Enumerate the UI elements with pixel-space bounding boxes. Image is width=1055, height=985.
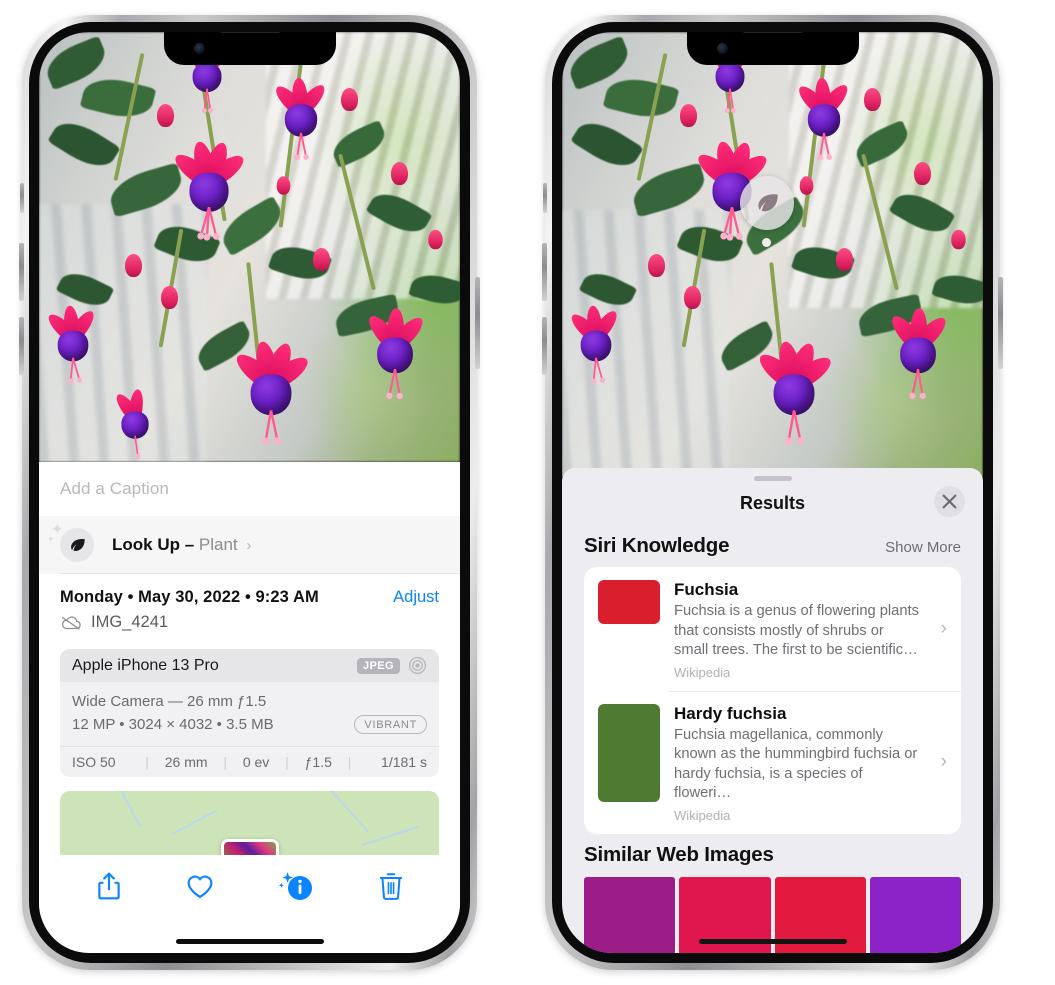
knowledge-thumbnail bbox=[598, 580, 660, 624]
results-title: Results bbox=[739, 492, 806, 513]
sparkle-icon-small: ✦ bbox=[47, 534, 55, 544]
knowledge-row[interactable]: Fuchsia Fuchsia is a genus of flowering … bbox=[584, 567, 961, 691]
notch bbox=[163, 32, 336, 65]
look-up-text: Look Up – bbox=[112, 535, 195, 554]
earpiece-speaker bbox=[741, 32, 804, 33]
camera-model: Apple iPhone 13 Pro bbox=[72, 656, 219, 674]
leaf-icon: ✦ ✦ bbox=[47, 522, 94, 562]
volume-down-button[interactable] bbox=[542, 317, 547, 375]
look-up-label: Look Up – Plant › bbox=[112, 535, 251, 555]
power-button[interactable] bbox=[998, 277, 1003, 369]
date-taken: Monday • May 30, 2022 • 9:23 AM bbox=[60, 588, 319, 606]
profile-badge: VIBRANT bbox=[354, 715, 427, 735]
mute-switch[interactable] bbox=[20, 183, 24, 213]
favorite-button[interactable] bbox=[185, 872, 215, 900]
plant-detected-pin[interactable] bbox=[740, 176, 794, 230]
volume-down-button[interactable] bbox=[19, 317, 24, 375]
exif-focal: 26 mm bbox=[164, 753, 208, 770]
leaf-icon bbox=[757, 193, 778, 211]
icloud-slash-icon bbox=[61, 615, 81, 630]
filename: IMG_4241 bbox=[91, 613, 169, 631]
knowledge-thumbnail bbox=[598, 703, 660, 802]
earpiece-speaker bbox=[218, 32, 281, 33]
volume-up-button[interactable] bbox=[542, 243, 547, 301]
photo-toolbar bbox=[39, 854, 460, 917]
look-up-subject: Plant bbox=[198, 535, 238, 554]
volume-up-button[interactable] bbox=[19, 243, 24, 301]
similar-web-images-title: Similar Web Images bbox=[584, 842, 774, 866]
info-button[interactable] bbox=[278, 870, 316, 902]
show-more-button[interactable]: Show More bbox=[885, 539, 961, 556]
photo-viewer[interactable] bbox=[39, 32, 460, 462]
chevron-right-icon: › bbox=[246, 537, 252, 554]
home-indicator[interactable] bbox=[698, 939, 847, 944]
caption-input[interactable]: Add a Caption bbox=[39, 462, 460, 516]
front-camera bbox=[193, 43, 205, 54]
results-sheet: Results Siri Knowledge Show More Fuchsia… bbox=[562, 468, 983, 953]
photo-metadata: Monday • May 30, 2022 • 9:23 AM Adjust I… bbox=[39, 574, 460, 638]
knowledge-description: Fuchsia magellanica, commonly known as t… bbox=[674, 726, 918, 802]
knowledge-source: Wikipedia bbox=[674, 807, 731, 823]
plant-pin-anchor-dot bbox=[762, 238, 771, 247]
siri-knowledge-card: Fuchsia Fuchsia is a genus of flowering … bbox=[584, 567, 961, 834]
mute-switch[interactable] bbox=[543, 183, 547, 213]
front-camera bbox=[716, 43, 728, 54]
phone-left: Add a Caption ✦ ✦ Look Up – Plant › Mond… bbox=[19, 15, 480, 970]
knowledge-title: Hardy fuchsia bbox=[674, 703, 787, 723]
chevron-right-icon: › bbox=[940, 751, 947, 773]
siri-knowledge-header: Siri Knowledge Show More bbox=[562, 525, 983, 567]
phone-right: Results Siri Knowledge Show More Fuchsia… bbox=[542, 15, 1003, 970]
exif-exposure: 0 ev bbox=[242, 753, 270, 770]
map-pin-thumbnail bbox=[223, 841, 276, 855]
exif-iso: ISO 50 bbox=[72, 753, 116, 770]
photo-viewer[interactable] bbox=[562, 32, 983, 477]
exif-shutter: 1/181 s bbox=[381, 753, 427, 770]
close-icon bbox=[942, 494, 957, 509]
notch bbox=[686, 32, 859, 65]
exif-card[interactable]: Apple iPhone 13 Pro JPEG Wide Camera — 2… bbox=[60, 649, 439, 777]
chevron-right-icon: › bbox=[940, 617, 947, 639]
caption-placeholder: Add a Caption bbox=[60, 479, 170, 498]
knowledge-source: Wikipedia bbox=[674, 664, 731, 680]
knowledge-description: Fuchsia is a genus of flowering plants t… bbox=[674, 603, 919, 659]
share-button[interactable] bbox=[96, 871, 122, 901]
phone-screen-left: Add a Caption ✦ ✦ Look Up – Plant › Mond… bbox=[39, 32, 460, 953]
web-image-thumbnail[interactable] bbox=[869, 876, 961, 953]
exif-aperture: ƒ1.5 bbox=[304, 753, 332, 770]
delete-button[interactable] bbox=[379, 871, 403, 901]
web-image-thumbnail[interactable] bbox=[584, 876, 676, 953]
look-up-row[interactable]: ✦ ✦ Look Up – Plant › bbox=[39, 516, 460, 574]
close-button[interactable] bbox=[934, 486, 965, 517]
similar-web-images-header: Similar Web Images bbox=[562, 834, 983, 871]
lens-info: Wide Camera — 26 mm ƒ1.5 bbox=[72, 693, 267, 710]
size-info: 12 MP • 3024 × 4032 • 3.5 MB bbox=[72, 716, 274, 734]
adjust-button[interactable]: Adjust bbox=[393, 588, 439, 607]
map-photo-pin[interactable] bbox=[220, 838, 279, 855]
knowledge-row[interactable]: Hardy fuchsia Fuchsia magellanica, commo… bbox=[584, 690, 961, 834]
aperture-icon bbox=[408, 656, 427, 675]
photo-detail-sheet: Add a Caption ✦ ✦ Look Up – Plant › Mond… bbox=[39, 462, 460, 953]
screenshot-stage: Add a Caption ✦ ✦ Look Up – Plant › Mond… bbox=[0, 0, 1055, 985]
format-badge: JPEG bbox=[357, 657, 400, 674]
knowledge-title: Fuchsia bbox=[674, 580, 739, 599]
siri-knowledge-title: Siri Knowledge bbox=[584, 534, 730, 557]
power-button[interactable] bbox=[475, 277, 480, 369]
location-map[interactable] bbox=[60, 790, 439, 855]
home-indicator[interactable] bbox=[175, 939, 324, 944]
phone-screen-right: Results Siri Knowledge Show More Fuchsia… bbox=[562, 32, 983, 953]
exif-stats: ISO 50 | 26 mm | 0 ev | ƒ1.5 | 1/181 s bbox=[60, 745, 439, 777]
